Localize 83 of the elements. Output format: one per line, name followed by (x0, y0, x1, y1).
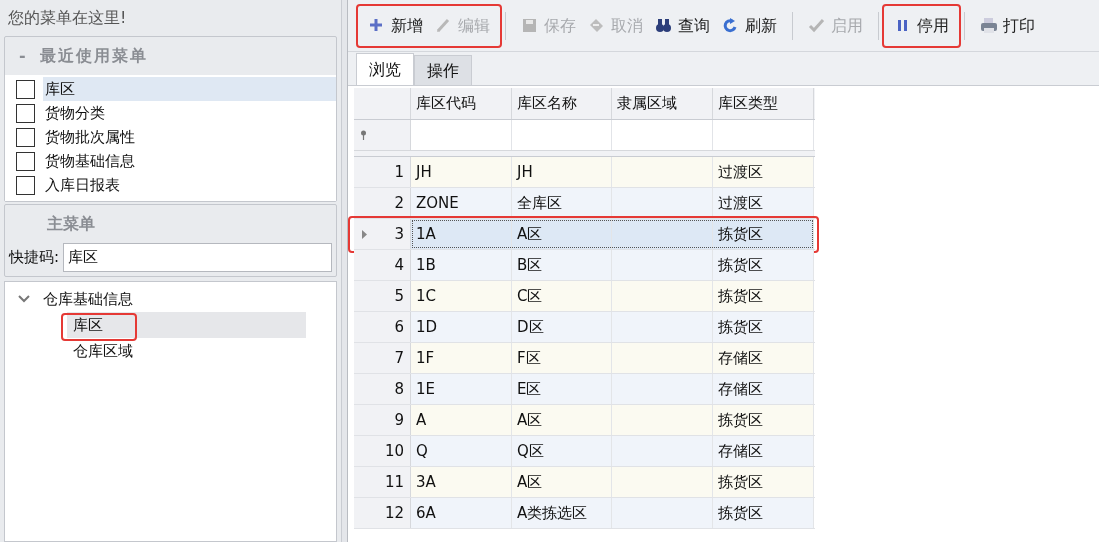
tab[interactable]: 操作 (414, 55, 472, 85)
row-number: 6 (394, 316, 404, 338)
group-title: 最近使用菜单 (39, 45, 148, 67)
table-cell: 1F (411, 343, 512, 373)
row-number: 9 (394, 409, 404, 431)
table-cell: 拣货区 (713, 250, 814, 280)
table-cell: Q区 (512, 436, 612, 466)
toolbar-button[interactable]: 刷新 (716, 9, 783, 42)
row-number: 11 (384, 471, 404, 493)
table-cell: 1E (411, 374, 512, 404)
tree-item[interactable]: 仓库基础信息 (41, 287, 135, 311)
table-cell: A类拣选区 (512, 498, 612, 528)
sidebar-title: 您的菜单在这里! (7, 7, 128, 29)
row-number: 3 (394, 223, 404, 245)
tree-item[interactable]: 仓库区域 (67, 338, 306, 364)
table-cell: 拣货区 (713, 498, 814, 528)
table-cell: 存储区 (713, 374, 814, 404)
group-title: 主菜单 (46, 213, 96, 235)
toolbar-button[interactable]: 查询 (649, 9, 716, 42)
toolbar-button[interactable]: 停用 (888, 9, 955, 42)
table-cell: B区 (512, 250, 612, 280)
column-header[interactable]: 隶属区域 (612, 88, 713, 119)
row-number: 12 (384, 502, 404, 524)
row-number: 8 (394, 378, 404, 400)
table-cell: 拣货区 (713, 467, 814, 497)
checkbox[interactable] (16, 127, 35, 147)
checkbox[interactable] (16, 151, 35, 171)
shortcut-field[interactable]: 库区 (63, 243, 332, 272)
pencil-icon (435, 17, 452, 34)
toolbar-button[interactable]: 新增 (362, 9, 429, 42)
binoculars-icon (655, 17, 672, 34)
field-label: 快捷码: (9, 247, 60, 269)
menu-item[interactable]: 库区 (43, 77, 336, 101)
checkbox[interactable] (16, 79, 35, 99)
table-cell: A区 (512, 467, 612, 497)
table-cell: A区 (512, 219, 612, 249)
table-cell: 1A (411, 219, 512, 249)
table-cell: A (411, 405, 512, 435)
table-cell: 3A (411, 467, 512, 497)
table-cell: 存储区 (713, 436, 814, 466)
refresh-icon (722, 17, 739, 34)
filter-pin-icon (360, 130, 367, 140)
menu-item[interactable]: 货物基础信息 (43, 149, 336, 173)
plus-icon (368, 17, 385, 34)
table-cell: A区 (512, 405, 612, 435)
menu-item[interactable]: 入库日报表 (43, 173, 336, 197)
column-header[interactable]: 库区代码 (411, 88, 512, 119)
table-cell: D区 (512, 312, 612, 342)
table-cell: JH (411, 157, 512, 187)
table-cell: 1D (411, 312, 512, 342)
table-cell: 拣货区 (713, 405, 814, 435)
table-cell: 过渡区 (713, 188, 814, 218)
table-cell: F区 (512, 343, 612, 373)
row-number: 5 (394, 285, 404, 307)
printer-icon (980, 17, 997, 34)
check-icon (808, 17, 825, 34)
menu-item[interactable]: 货物批次属性 (43, 125, 336, 149)
row-number: 1 (394, 161, 404, 183)
row-number: 10 (384, 440, 404, 462)
column-header[interactable]: 库区类型 (713, 88, 814, 119)
table-cell: 存储区 (713, 343, 814, 373)
table-cell: E区 (512, 374, 612, 404)
checkbox[interactable] (16, 175, 35, 195)
row-number: 7 (394, 347, 404, 369)
table-cell: 6A (411, 498, 512, 528)
row-number: 4 (394, 254, 404, 276)
table-cell: Q (411, 436, 512, 466)
tab[interactable]: 浏览 (356, 53, 414, 85)
row-number: 2 (394, 192, 404, 214)
toolbar-button[interactable]: 打印 (974, 9, 1041, 42)
table-cell: 全库区 (512, 188, 612, 218)
table-cell: 拣货区 (713, 281, 814, 311)
table-cell: C区 (512, 281, 612, 311)
table-cell: 拣货区 (713, 312, 814, 342)
table-cell: 拣货区 (713, 219, 814, 249)
column-header[interactable]: 库区名称 (512, 88, 612, 119)
checkbox[interactable] (16, 103, 35, 123)
table-cell: JH (512, 157, 612, 187)
table-cell: 1C (411, 281, 512, 311)
table-cell: 1B (411, 250, 512, 280)
table-cell: ZONE (411, 188, 512, 218)
menu-item[interactable]: 货物分类 (43, 101, 336, 125)
table-cell: 过渡区 (713, 157, 814, 187)
